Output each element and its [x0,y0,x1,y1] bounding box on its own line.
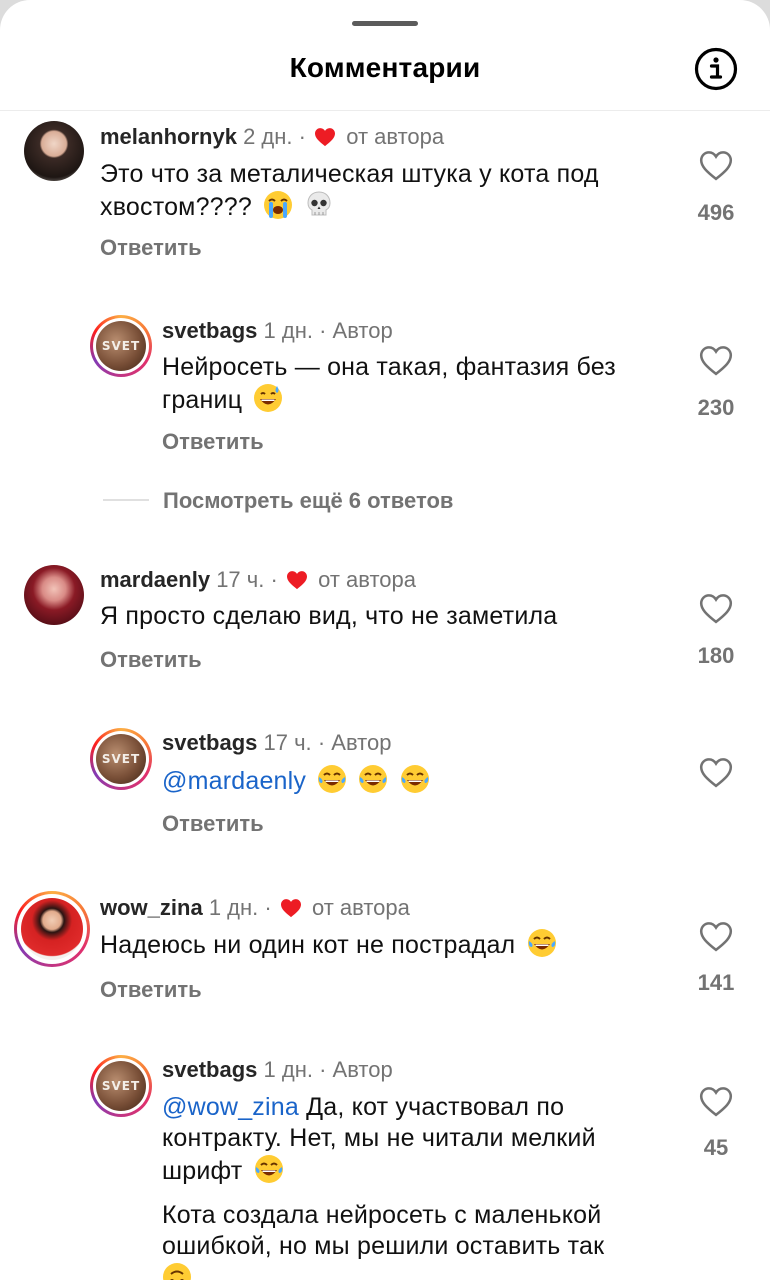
comment-meta: mardaenly 17 ч. · от автора [100,567,416,596]
tears-of-joy-emoji-icon [527,928,557,966]
brand-logo: SVET [101,339,141,353]
heart-filled-icon [280,898,302,924]
meta-separator: · [319,318,327,343]
reply-button[interactable]: Ответить [100,235,202,261]
author-liked-badge: от автора [346,124,445,149]
reply-button[interactable]: Ответить [162,429,264,455]
divider-line [103,499,149,501]
heart-filled-icon [286,570,308,596]
comment-body: Я просто сделаю вид, что не заметила [100,602,558,630]
sheet-header: Комментарии [0,0,770,111]
skull-emoji-icon [304,190,334,228]
comment-body: ошибкой, но мы решили оставить так [162,1232,605,1260]
comment-text: Надеюсь ни один кот не пострадал [100,928,670,966]
comment-body: Нейросеть — она такая, фантазия без гран… [162,353,616,414]
heart-outline-icon [699,594,733,624]
meta-separator: · [319,1057,327,1082]
heart-filled-icon [314,127,336,153]
like-count: 45 [703,1135,729,1160]
tears-of-joy-emoji-icon [317,764,347,802]
comment-body: Надеюсь ни один кот не пострадал [100,931,516,959]
author-badge: Автор [331,730,392,755]
tears-of-joy-emoji-icon [358,764,388,802]
loudly-crying-emoji-icon [263,190,293,228]
reply-button[interactable]: Ответить [162,811,264,837]
username[interactable]: melanhornyk [100,124,237,149]
heart-outline-icon [699,922,733,952]
comment-body: Это что за металическая штука у кота под… [100,160,599,221]
comment-body: Кота создала нейросеть с маленькой [162,1201,602,1229]
avatar[interactable]: SVET [96,734,146,784]
like-count: 141 [697,970,735,995]
timestamp: 2 дн. [243,124,293,149]
comment-text: @mardaenly [162,764,662,802]
username[interactable]: svetbags [162,318,257,343]
upside-down-face-emoji-icon [162,1262,192,1280]
comment-text: Это что за металическая штука у кота под… [100,159,670,228]
author-badge: Автор [332,1057,393,1082]
comment-meta: wow_zina 1 дн. · от автора [100,895,410,924]
heart-outline-icon [699,758,733,788]
like-button[interactable] [696,345,736,376]
meta-separator: · [317,730,326,755]
heart-outline-icon [699,346,733,376]
avatar[interactable] [21,898,83,960]
comment-text: @wow_zina Да, кот участвовал по контракт… [162,1092,682,1280]
like-button[interactable] [696,921,736,952]
author-badge: Автор [332,318,393,343]
like-count: 180 [697,643,735,668]
meta-separator: · [264,895,272,920]
tears-of-joy-emoji-icon [400,764,430,802]
comment-body: шрифт [162,1157,243,1185]
comment-meta: svetbags 17 ч. · Автор [162,730,391,756]
comment-text: Нейросеть — она такая, фантазия без гран… [162,352,662,421]
comment-meta: melanhornyk 2 дн. · от автора [100,124,444,153]
username[interactable]: mardaenly [100,567,210,592]
author-liked-badge: от автора [318,567,416,592]
info-icon[interactable] [694,47,738,91]
comments-sheet: Комментарии melanhornyk 2 дн. · от автор… [0,0,770,1280]
like-count: 496 [697,200,735,225]
comment-body: контракту. Нет, мы не читали мелкий [162,1124,596,1152]
meta-separator: · [270,567,278,592]
timestamp: 1 дн. [208,895,259,920]
page-title: Комментарии [289,52,481,83]
brand-logo: SVET [101,752,141,766]
meta-separator: · [298,124,306,149]
timestamp: 1 дн. [263,318,313,343]
comment-meta: svetbags 1 дн. · Автор [162,1057,393,1083]
like-count: 230 [697,395,735,420]
grinning-sweat-emoji-icon [253,383,283,421]
comment-meta: svetbags 1 дн. · Автор [162,318,393,344]
reply-button[interactable]: Ответить [100,977,202,1003]
view-more-replies-button[interactable]: Посмотреть ещё 6 ответов [163,488,453,514]
drag-handle[interactable] [352,21,418,26]
timestamp: 17 ч. [216,567,265,592]
heart-outline-icon [699,151,733,181]
username[interactable]: wow_zina [100,895,203,920]
username[interactable]: svetbags [162,730,257,755]
mention-link[interactable]: @mardaenly [162,767,306,795]
like-button[interactable] [696,593,736,624]
username[interactable]: svetbags [162,1057,257,1082]
like-button[interactable] [696,757,736,788]
heart-outline-icon [699,1087,733,1117]
mention-link[interactable]: @wow_zina [162,1093,299,1121]
timestamp: 17 ч. [263,730,312,755]
like-button[interactable] [696,1086,736,1117]
avatar[interactable]: SVET [96,1061,146,1111]
timestamp: 1 дн. [263,1057,313,1082]
comment-body: Да, кот участвовал по [306,1093,565,1121]
reply-button[interactable]: Ответить [100,647,202,673]
avatar[interactable]: SVET [96,321,146,371]
avatar[interactable] [24,121,84,181]
tears-of-joy-emoji-icon [254,1154,284,1192]
comment-text: Я просто сделаю вид, что не заметила [100,601,670,632]
avatar[interactable] [24,565,84,625]
brand-logo: SVET [101,1079,141,1093]
like-button[interactable] [696,150,736,181]
author-liked-badge: от автора [311,895,410,920]
